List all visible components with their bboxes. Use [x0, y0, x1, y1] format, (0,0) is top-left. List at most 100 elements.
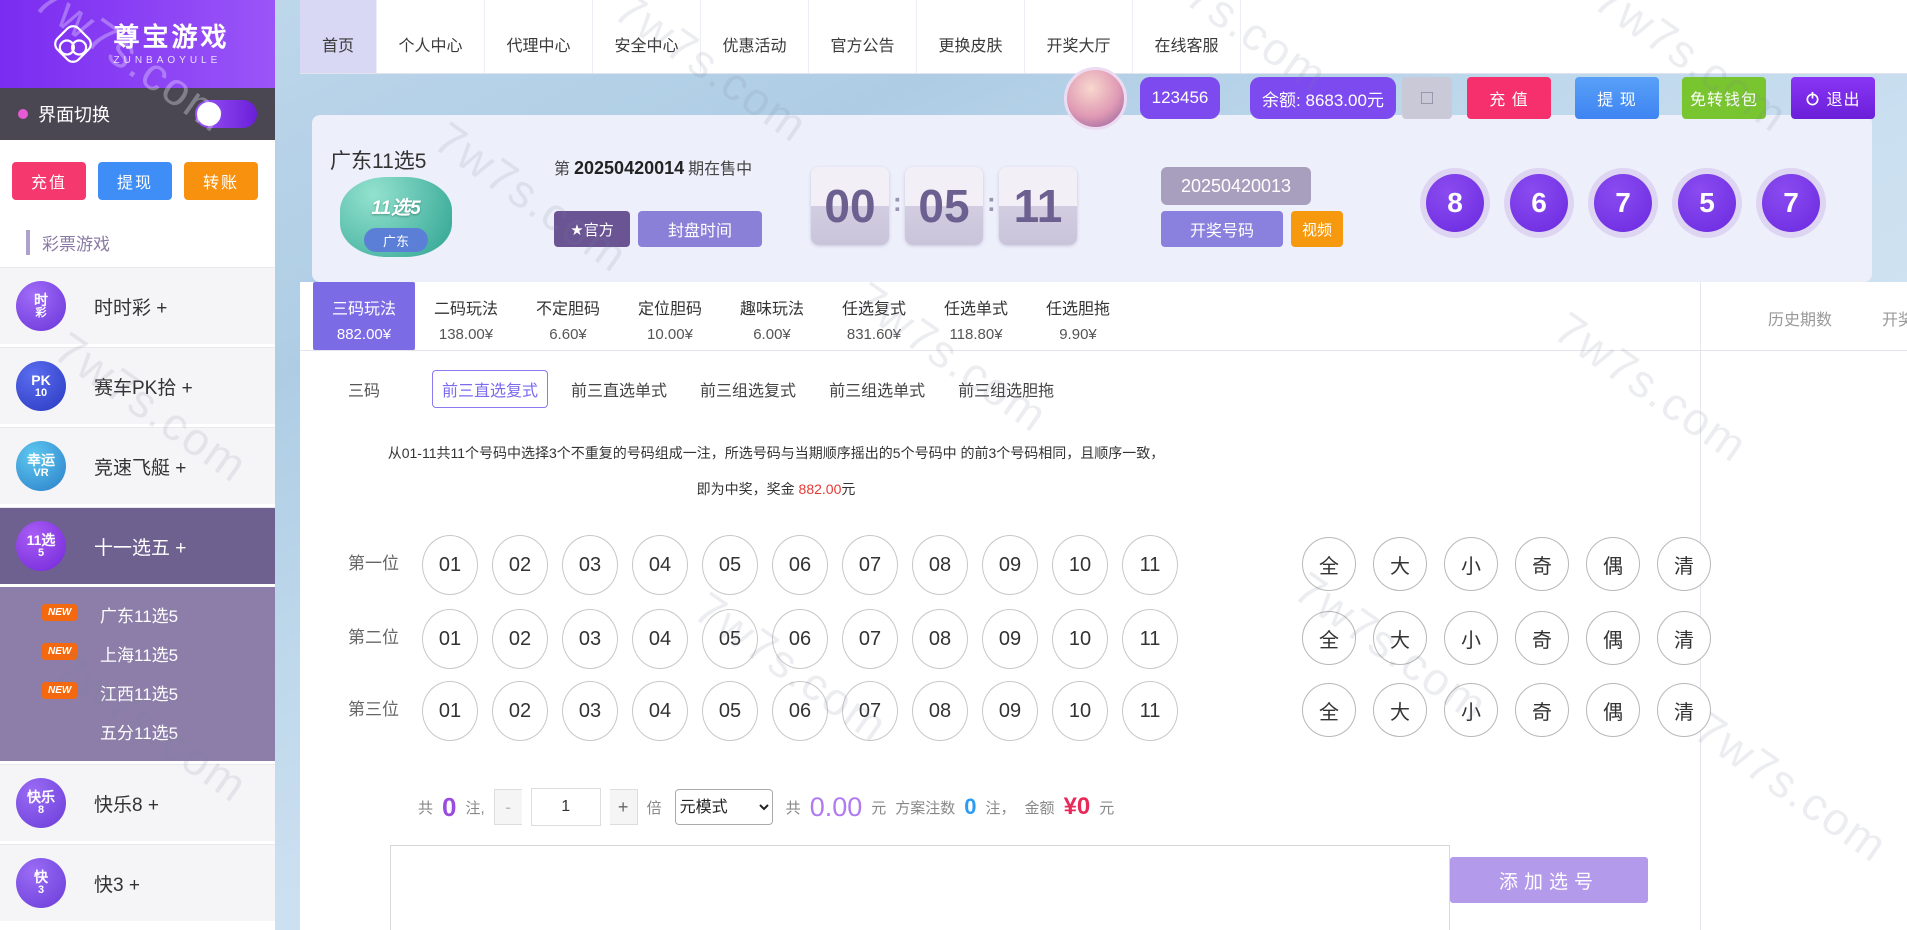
submenu-item-jiangxi[interactable]: NEW 江西11选5	[0, 673, 275, 712]
quick-select-button[interactable]: 奇	[1515, 611, 1569, 665]
quick-select-button[interactable]: 清	[1657, 683, 1711, 737]
sidebar-item-pk10[interactable]: PK 10 赛车PK拾 +	[0, 347, 275, 424]
quick-select-button[interactable]: 偶	[1586, 611, 1640, 665]
quick-select-button[interactable]: 全	[1302, 537, 1356, 591]
number-ball[interactable]: 05	[702, 535, 758, 595]
nav-item[interactable]: 个人中心	[377, 0, 485, 73]
nav-item[interactable]: 首页	[300, 0, 377, 73]
sidebar-item-11x5[interactable]: 11选 5 十一选五 +	[0, 507, 275, 584]
sub-method-chip[interactable]: 前三直选单式	[561, 370, 677, 408]
skin-toggle[interactable]	[195, 100, 257, 128]
nav-item[interactable]: 在线客服	[1133, 0, 1241, 73]
number-ball[interactable]: 02	[492, 609, 548, 669]
number-ball[interactable]: 08	[912, 535, 968, 595]
play-method-tab[interactable]: 二码玩法 138.00¥	[415, 282, 517, 350]
number-ball[interactable]: 03	[562, 609, 618, 669]
number-ball[interactable]: 02	[492, 681, 548, 741]
sidebar-item-kuaile8[interactable]: 快乐 8 快乐8 +	[0, 764, 275, 841]
quick-select-button[interactable]: 大	[1373, 611, 1427, 665]
refresh-balance-button[interactable]: □	[1402, 77, 1452, 119]
number-ball[interactable]: 10	[1052, 681, 1108, 741]
quick-select-button[interactable]: 小	[1444, 611, 1498, 665]
quick-select-button[interactable]: 偶	[1586, 683, 1640, 737]
number-ball[interactable]: 09	[982, 535, 1038, 595]
play-method-tab[interactable]: 任选胆拖 9.90¥	[1027, 282, 1129, 350]
play-method-tab[interactable]: 不定胆码 6.60¥	[517, 282, 619, 350]
quick-select-button[interactable]: 全	[1302, 611, 1356, 665]
number-ball[interactable]: 10	[1052, 535, 1108, 595]
quick-select-button[interactable]: 清	[1657, 537, 1711, 591]
sub-method-chip[interactable]: 前三组选复式	[690, 370, 806, 408]
nav-item[interactable]: 开奖大厅	[1025, 0, 1133, 73]
quick-select-button[interactable]: 大	[1373, 537, 1427, 591]
transfer-button[interactable]: 转账	[184, 162, 258, 200]
sub-method-chip[interactable]: 前三直选复式	[432, 370, 549, 408]
quick-select-button[interactable]: 奇	[1515, 537, 1569, 591]
nav-item[interactable]: 安全中心	[593, 0, 701, 73]
recharge-button[interactable]: 充 值	[1467, 77, 1551, 119]
number-ball[interactable]: 07	[842, 681, 898, 741]
number-ball[interactable]: 04	[632, 535, 688, 595]
submenu-item-guangdong[interactable]: NEW 广东11选5	[0, 595, 275, 634]
logout-button[interactable]: 退出	[1791, 77, 1875, 119]
number-ball[interactable]: 07	[842, 609, 898, 669]
official-badge[interactable]: ★官方	[554, 211, 630, 247]
submenu-item-wufen[interactable]: 五分11选5	[0, 712, 275, 751]
video-button[interactable]: 视频	[1291, 211, 1343, 247]
number-ball[interactable]: 07	[842, 535, 898, 595]
nav-item[interactable]: 官方公告	[809, 0, 917, 73]
close-time-button[interactable]: 封盘时间	[638, 211, 762, 247]
quick-select-button[interactable]: 清	[1657, 611, 1711, 665]
multiplier-plus-button[interactable]: +	[609, 789, 638, 825]
number-ball[interactable]: 10	[1052, 609, 1108, 669]
number-ball[interactable]: 05	[702, 681, 758, 741]
sub-method-chip[interactable]: 前三组选单式	[819, 370, 935, 408]
sidebar-item-shishicai[interactable]: 时 彩 时时彩 +	[0, 267, 275, 344]
draw-numbers-button[interactable]: 开奖号码	[1161, 211, 1283, 247]
multiplier-input[interactable]	[530, 788, 601, 826]
free-wallet-button[interactable]: 免转钱包	[1682, 77, 1766, 119]
number-ball[interactable]: 06	[772, 681, 828, 741]
number-ball[interactable]: 05	[702, 609, 758, 669]
avatar[interactable]	[1064, 67, 1127, 130]
number-ball[interactable]: 01	[422, 681, 478, 741]
sidebar-item-kuai3[interactable]: 快 3 快3 +	[0, 844, 275, 921]
multiplier-minus-button[interactable]: -	[493, 789, 522, 825]
number-ball[interactable]: 06	[772, 609, 828, 669]
nav-item[interactable]: 代理中心	[485, 0, 593, 73]
number-ball[interactable]: 01	[422, 609, 478, 669]
sidebar-item-feiting[interactable]: 幸运 VR 竞速飞艇 +	[0, 427, 275, 504]
quick-select-button[interactable]: 全	[1302, 683, 1356, 737]
play-method-tab[interactable]: 趣味玩法 6.00¥	[721, 282, 823, 350]
number-ball[interactable]: 11	[1122, 681, 1178, 741]
submenu-item-shanghai[interactable]: NEW 上海11选5	[0, 634, 275, 673]
number-ball[interactable]: 09	[982, 609, 1038, 669]
nav-item[interactable]: 优惠活动	[701, 0, 809, 73]
number-ball[interactable]: 01	[422, 535, 478, 595]
number-ball[interactable]: 02	[492, 535, 548, 595]
sub-method-chip[interactable]: 前三组选胆拖	[948, 370, 1064, 408]
number-ball[interactable]: 08	[912, 609, 968, 669]
withdraw-button[interactable]: 提现	[98, 162, 172, 200]
play-method-tab[interactable]: 任选单式 118.80¥	[925, 282, 1027, 350]
nav-item[interactable]: 更换皮肤	[917, 0, 1025, 73]
number-ball[interactable]: 11	[1122, 535, 1178, 595]
number-ball[interactable]: 04	[632, 609, 688, 669]
quick-select-button[interactable]: 奇	[1515, 683, 1569, 737]
number-ball[interactable]: 04	[632, 681, 688, 741]
quick-select-button[interactable]: 小	[1444, 537, 1498, 591]
number-ball[interactable]: 11	[1122, 609, 1178, 669]
play-method-tab[interactable]: 定位胆码 10.00¥	[619, 282, 721, 350]
number-ball[interactable]: 09	[982, 681, 1038, 741]
deposit-button[interactable]: 充值	[12, 162, 86, 200]
number-ball[interactable]: 08	[912, 681, 968, 741]
money-mode-select[interactable]: 元模式	[674, 789, 773, 825]
quick-select-button[interactable]: 偶	[1586, 537, 1640, 591]
withdraw-top-button[interactable]: 提 现	[1575, 77, 1659, 119]
play-method-tab[interactable]: 任选复式 831.60¥	[823, 282, 925, 350]
quick-select-button[interactable]: 小	[1444, 683, 1498, 737]
add-selection-button[interactable]: 添加选号	[1450, 857, 1648, 903]
play-method-tab[interactable]: 三码玩法 882.00¥	[313, 282, 415, 350]
quick-select-button[interactable]: 大	[1373, 683, 1427, 737]
number-ball[interactable]: 06	[772, 535, 828, 595]
